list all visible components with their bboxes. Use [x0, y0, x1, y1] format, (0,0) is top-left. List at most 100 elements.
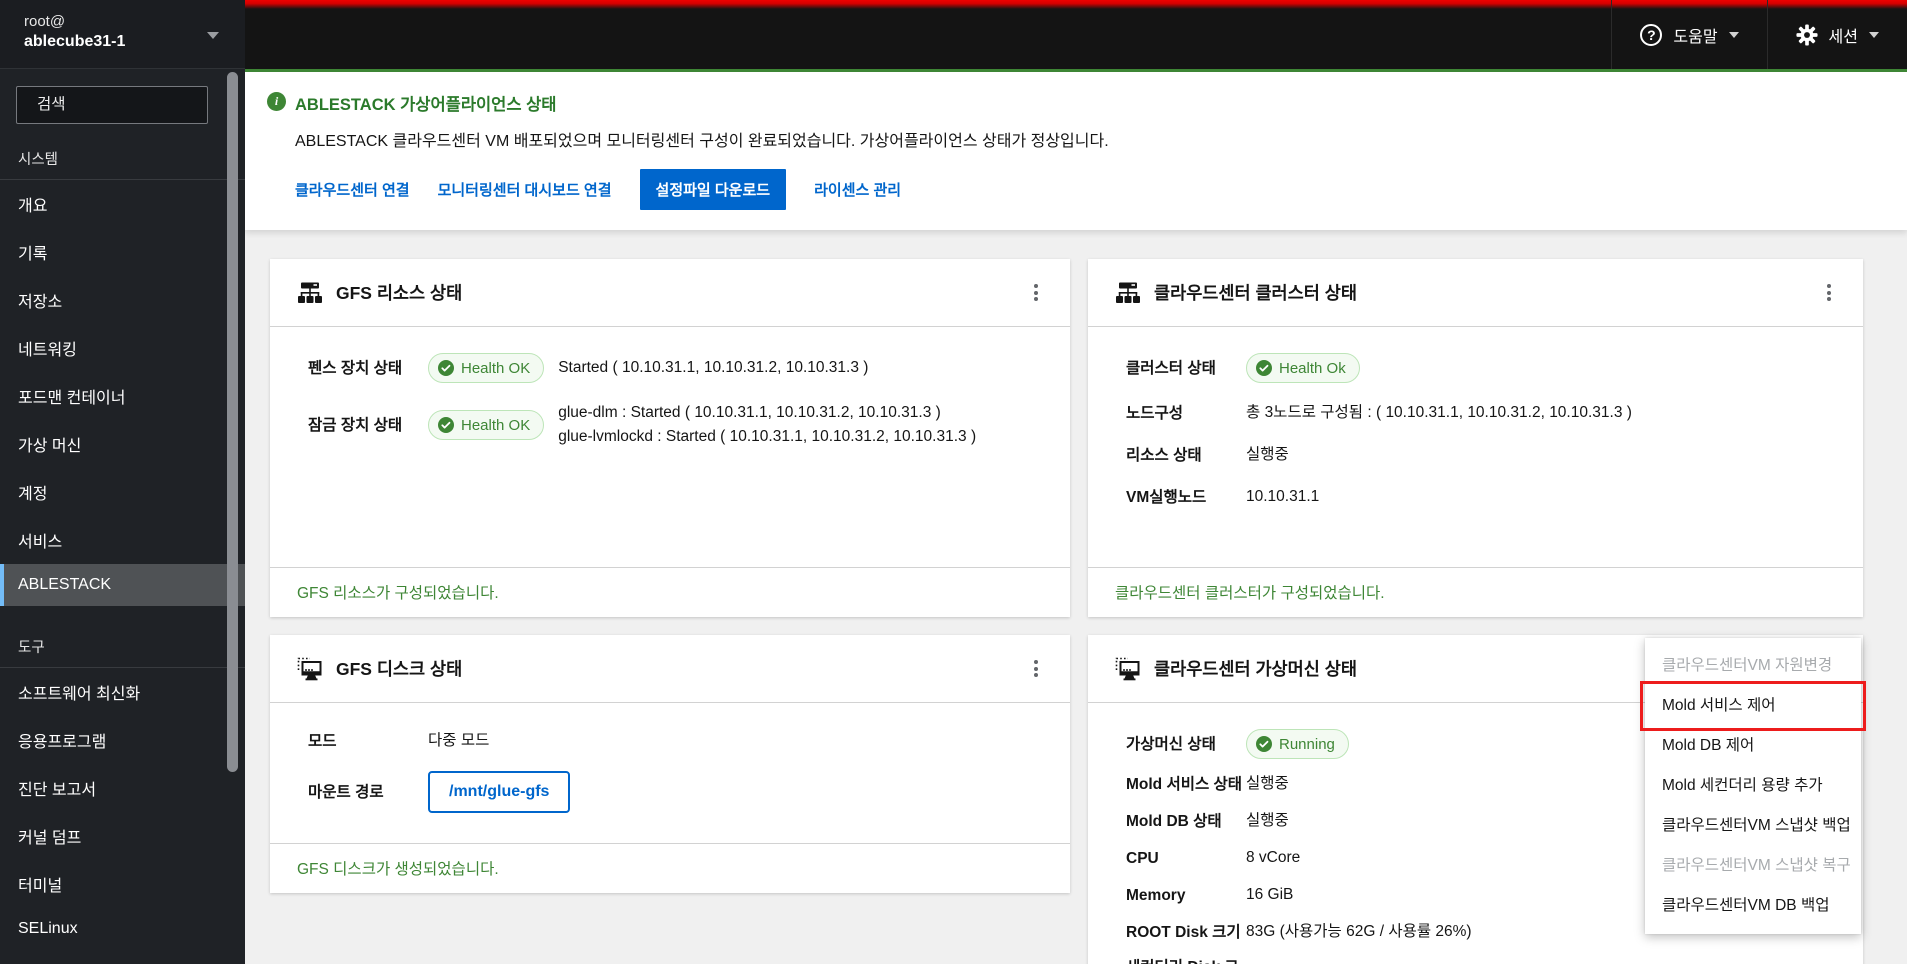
menu-item-mold-service-control[interactable]: Mold 서비스 제어 [1640, 681, 1866, 731]
chevron-down-icon [1869, 31, 1879, 38]
host-switcher[interactable]: root@ ablecube31-1 [0, 0, 245, 69]
row-label: Memory [1126, 886, 1186, 904]
sidebar-item-selinux[interactable]: SELinux [0, 908, 245, 950]
cloudcenter-connect-link[interactable]: 클라우드센터 연결 [295, 179, 410, 200]
sidebar-item-accounts[interactable]: 계정 [0, 468, 245, 516]
card-title: GFS 디스크 상태 [336, 659, 463, 679]
row-label: CPU [1126, 849, 1159, 867]
sidebar-item-kdump[interactable]: 커널 덤프 [0, 812, 245, 860]
row-label: 세컨더리 Disk 크기 [1126, 957, 1246, 964]
card-title: GFS 리소스 상태 [336, 283, 463, 303]
sidebar-item-services[interactable]: 서비스 [0, 516, 245, 564]
check-circle-icon [1256, 736, 1272, 752]
question-circle-icon: ? [1640, 23, 1663, 46]
sitemap-icon [1116, 282, 1140, 303]
sidebar-item-diagnostic[interactable]: 진단 보고서 [0, 764, 245, 812]
menu-item-vm-snapshot-restore: 클라우드센터VM 스냅샷 복구 [1662, 857, 1851, 874]
help-label: 도움말 [1673, 28, 1718, 46]
row-label: Mold 서비스 상태 [1126, 775, 1243, 793]
row-value: 실행중 [1246, 812, 1289, 829]
nav-section-system: 시스템 [0, 132, 245, 180]
sidebar-item-overview[interactable]: 개요 [0, 180, 245, 228]
mount-path-button[interactable]: /mnt/glue-gfs [428, 771, 571, 813]
sidebar-item-logs[interactable]: 기록 [0, 228, 245, 276]
card-cloudcenter-cluster: 클라우드센터 클러스터 상태 클러스터 상태 Health Ok 노드구성 총 … [1088, 259, 1863, 617]
health-ok-badge: Health OK [428, 353, 545, 383]
vm-actions-dropdown-menu: 클라우드센터VM 자원변경 Mold 서비스 제어 Mold DB 제어 Mol… [1640, 638, 1866, 934]
session-label: 세션 [1828, 28, 1858, 46]
config-download-button[interactable]: 설정파일 다운로드 [639, 169, 787, 210]
host-user: root@ [24, 13, 66, 30]
check-circle-icon [1256, 360, 1272, 376]
menu-item-mold-db-control[interactable]: Mold DB 제어 [1645, 726, 1861, 766]
row-value: 실행중 [1246, 775, 1289, 792]
display-icon [1115, 657, 1140, 680]
banner-actions: 클라우드센터 연결 모니터링센터 대시보드 연결 설정파일 다운로드 라이센스 … [295, 169, 1109, 210]
row-label: 리소스 상태 [1126, 446, 1202, 464]
card-footer-status: GFS 디스크가 생성되었습니다. [270, 843, 1070, 893]
banner-description: ABLESTACK 클라우드센터 VM 배포되었으며 모니터링센터 구성이 완료… [295, 133, 1109, 150]
license-manage-link[interactable]: 라이센스 관리 [814, 179, 901, 200]
row-label: 모드 [308, 732, 337, 750]
row-label: Mold DB 상태 [1126, 812, 1222, 830]
row-value: Started ( 10.10.31.1, 10.10.31.2, 10.10.… [558, 359, 869, 376]
display-icon [297, 657, 322, 680]
row-value: glue-dlm : Started ( 10.10.31.1, 10.10.3… [558, 404, 977, 445]
sidebar-item-vms[interactable]: 가상 머신 [0, 420, 245, 468]
sidebar-item-applications[interactable]: 응용프로그램 [0, 716, 245, 764]
menu-item-mold-secondary-capacity[interactable]: Mold 세컨더리 용량 추가 [1645, 766, 1861, 806]
menu-item-vm-db-backup[interactable]: 클라우드센터VM DB 백업 [1645, 886, 1861, 926]
masthead-toolbar: ? 도움말 세션 [1611, 0, 1907, 69]
sidebar-item-podman[interactable]: 포드맨 컨테이너 [0, 372, 245, 420]
gear-icon [1796, 23, 1818, 46]
sidebar-item-terminal[interactable]: 터미널 [0, 860, 245, 908]
row-label: 잠금 장치 상태 [308, 416, 403, 434]
health-ok-badge: Health OK [428, 410, 545, 440]
row-label: ROOT Disk 크기 [1126, 923, 1241, 941]
row-value: 다중 모드 [428, 732, 490, 749]
check-circle-icon [438, 360, 454, 376]
sidebar-item-software-updates[interactable]: 소프트웨어 최신화 [0, 668, 245, 716]
row-value: 실행중 [1246, 446, 1289, 463]
kebab-menu-button[interactable] [1819, 276, 1839, 310]
card-gfs-resource: GFS 리소스 상태 펜스 장치 상태 Health OK Started (… [270, 259, 1070, 617]
session-menu[interactable]: 세션 [1766, 0, 1907, 69]
sitemap-icon [298, 282, 322, 303]
masthead: root@ ablecube31-1 ? 도움말 세션 [0, 0, 1907, 69]
running-badge: Running [1246, 729, 1349, 759]
menu-item-vm-resource-change: 클라우드센터VM 자원변경 [1662, 657, 1833, 674]
sidebar-item-networking[interactable]: 네트워킹 [0, 324, 245, 372]
nav-section-tools: 도구 [0, 620, 245, 668]
status-banner: i ABLESTACK 가상어플라이언스 상태 ABLESTACK 클라우드센터… [245, 69, 1907, 230]
sidebar-nav: 시스템 개요 기록 저장소 네트워킹 포드맨 컨테이너 가상 머신 계정 서비스… [0, 69, 245, 964]
row-label: 클러스터 상태 [1126, 359, 1216, 377]
sidebar-search[interactable] [16, 86, 237, 124]
banner-title: ABLESTACK 가상어플라이언스 상태 [295, 96, 557, 114]
row-value: 총 3노드로 구성됨 : ( 10.10.31.1, 10.10.31.2, 1… [1246, 404, 1632, 421]
row-label: 노드구성 [1126, 404, 1184, 422]
row-label: 펜스 장치 상태 [308, 359, 403, 377]
kebab-menu-button[interactable] [1026, 652, 1046, 686]
row-value: 16 GiB [1246, 886, 1294, 903]
monitoring-dashboard-link[interactable]: 모니터링센터 대시보드 연결 [438, 179, 612, 200]
menu-item-vm-snapshot-backup[interactable]: 클라우드센터VM 스냅샷 백업 [1645, 806, 1861, 846]
sidebar-item-storage[interactable]: 저장소 [0, 276, 245, 324]
row-value: 8 vCore [1246, 849, 1301, 866]
card-title: 클라우드센터 클러스터 상태 [1154, 283, 1357, 303]
health-ok-badge: Health Ok [1246, 353, 1360, 383]
check-circle-icon [438, 417, 454, 433]
search-input[interactable] [37, 96, 237, 114]
sidebar-scrollbar[interactable] [227, 72, 238, 772]
card-title: 클라우드센터 가상머신 상태 [1154, 659, 1357, 679]
sidebar-item-ablestack[interactable]: ABLESTACK [0, 564, 245, 606]
row-label: 마운트 경로 [308, 783, 384, 801]
info-icon: i [267, 92, 286, 111]
chevron-down-icon [1728, 31, 1739, 38]
card-gfs-disk: GFS 디스크 상태 모드 다중 모드 마운트 경로 /mnt/glue-gfs… [270, 635, 1070, 893]
help-menu[interactable]: ? 도움말 [1611, 0, 1766, 69]
row-label: 가상머신 상태 [1126, 735, 1216, 753]
kebab-menu-button[interactable] [1026, 276, 1046, 310]
row-value: 10.10.31.1 [1246, 488, 1320, 505]
row-value: 83G (사용가능 62G / 사용률 26%) [1246, 923, 1472, 940]
row-label: VM실행노드 [1126, 488, 1207, 506]
